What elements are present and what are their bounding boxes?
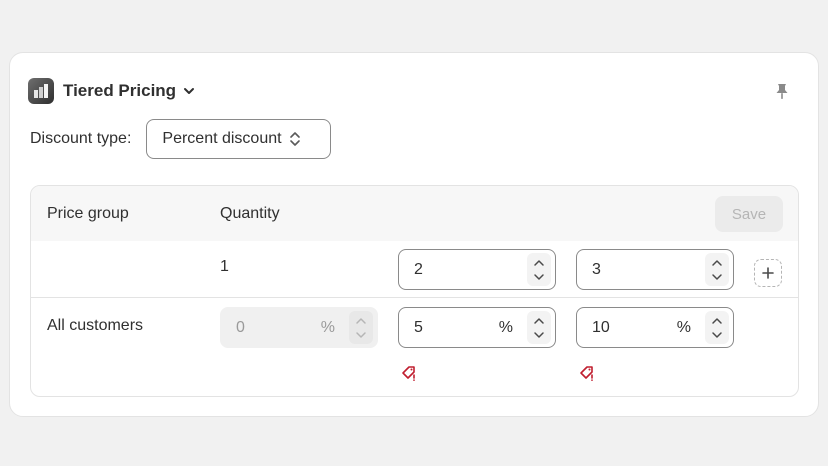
column-header-price-group: Price group <box>31 186 211 241</box>
discount-tier-3-value: 10 <box>592 318 610 336</box>
tiered-pricing-card: Tiered Pricing Discount type: Percent di… <box>9 52 819 417</box>
quantity-tier-3-stepper[interactable] <box>705 253 729 286</box>
discount-tier-2-value: 5 <box>414 318 423 336</box>
discount-type-value: Percent discount <box>162 130 282 147</box>
table-header: Price group Quantity Save <box>31 186 798 241</box>
pin-icon[interactable] <box>772 81 792 101</box>
quantity-row: 1 2 3 <box>31 241 798 298</box>
stepper-up-icon[interactable] <box>710 314 724 328</box>
save-button[interactable]: Save <box>715 196 783 232</box>
discount-tag-icon[interactable] <box>400 363 420 383</box>
percent-unit: % <box>498 318 513 336</box>
column-header-quantity: Quantity <box>211 186 798 241</box>
stepper-down-icon[interactable] <box>710 328 724 342</box>
stepper-up-icon <box>354 314 368 328</box>
plus-icon <box>762 267 774 279</box>
quantity-tier-1: 1 <box>220 258 229 275</box>
quantity-tier-2-stepper[interactable] <box>527 253 551 286</box>
discount-tier-2-input[interactable]: 5 % <box>398 307 556 348</box>
quantity-tier-3-value: 3 <box>592 260 601 278</box>
discount-tier-3-input[interactable]: 10 % <box>576 307 734 348</box>
quantity-tier-2-input[interactable]: 2 <box>398 249 556 290</box>
discount-type-row: Discount type: Percent discount <box>30 119 332 159</box>
discount-tier-1-value: 0 <box>236 318 245 336</box>
stepper-down-icon[interactable] <box>532 270 546 284</box>
stepper-up-icon[interactable] <box>532 314 546 328</box>
column-header-quantity-label: Quantity <box>220 204 280 222</box>
select-updown-icon <box>288 131 302 147</box>
discount-tier-1-stepper <box>349 311 373 344</box>
percent-unit: % <box>320 318 335 336</box>
pricing-table: Price group Quantity Save 1 2 3 All cust… <box>30 185 799 397</box>
discount-tier-2-stepper[interactable] <box>527 311 551 344</box>
stepper-down-icon <box>354 328 368 342</box>
price-group-label: All customers <box>47 317 144 334</box>
stepper-up-icon[interactable] <box>532 256 546 270</box>
card-header[interactable]: Tiered Pricing <box>28 78 198 104</box>
stepper-down-icon[interactable] <box>532 328 546 342</box>
quantity-tier-3-input[interactable]: 3 <box>576 249 734 290</box>
percent-unit: % <box>676 318 691 336</box>
discount-tier-3-stepper[interactable] <box>705 311 729 344</box>
chevron-down-icon[interactable] <box>182 83 198 99</box>
add-tier-button[interactable] <box>754 259 782 287</box>
discount-tier-1-input: 0 % <box>220 307 378 348</box>
app-logo-icon <box>28 78 54 104</box>
discount-type-select[interactable]: Percent discount <box>146 119 332 159</box>
quantity-tier-2-value: 2 <box>414 260 423 278</box>
discount-type-label: Discount type: <box>30 130 132 147</box>
price-group-row: All customers 0 % 5 % 10 % <box>31 299 798 396</box>
stepper-down-icon[interactable] <box>710 270 724 284</box>
discount-tag-icon[interactable] <box>578 363 598 383</box>
stepper-up-icon[interactable] <box>710 256 724 270</box>
app-title: Tiered Pricing <box>63 81 177 100</box>
